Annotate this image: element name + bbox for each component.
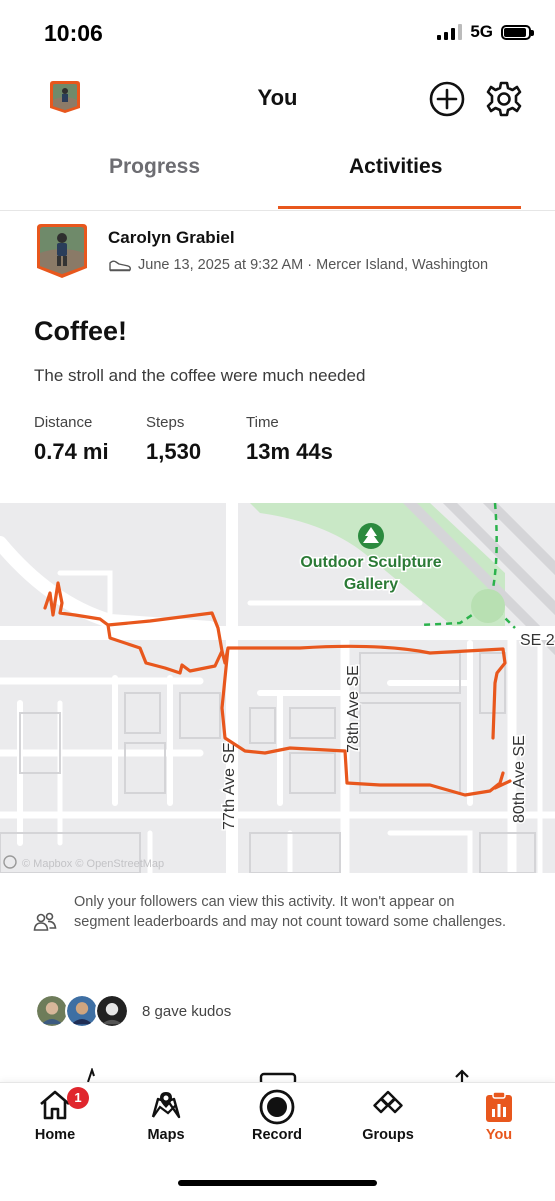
athlete-name[interactable]: Carolyn Grabiel <box>108 228 235 248</box>
active-tab-indicator <box>278 206 521 209</box>
nav-you[interactable]: You <box>454 1089 544 1143</box>
activity-title: Coffee! <box>34 316 127 346</box>
nav-home[interactable]: 1 Home <box>10 1087 100 1143</box>
top-header: You <box>0 70 555 130</box>
kudos-avatar <box>95 994 129 1028</box>
map-icon <box>151 1092 181 1119</box>
street-label: 78th Ave SE <box>345 665 362 753</box>
notification-badge: 1 <box>67 1087 89 1109</box>
kudos-avatar <box>65 994 99 1028</box>
nav-label: Home <box>34 1127 76 1143</box>
stat-steps: Steps 1,530 <box>146 414 201 465</box>
stat-label: Distance <box>34 414 93 431</box>
route-map[interactable]: Outdoor Sculpture Gallery 77th Ave SE 78… <box>0 503 555 873</box>
tab-bar: Progress Activities <box>0 140 555 211</box>
map-attribution: © Mapbox © OpenStreetMap <box>22 858 164 870</box>
nav-label: Maps <box>147 1127 185 1143</box>
tab-activities[interactable]: Activities <box>349 155 442 179</box>
kudos-row[interactable]: 8 gave kudos <box>35 994 555 1032</box>
record-icon <box>259 1089 295 1125</box>
stat-value: 13m 44s <box>246 439 333 464</box>
kudos-avatar <box>35 994 69 1028</box>
stat-time: Time 13m 44s <box>246 414 333 465</box>
kudos-count: 8 gave kudos <box>142 1003 232 1020</box>
shoe-icon <box>109 260 131 272</box>
stat-label: Time <box>246 414 279 431</box>
followers-icon <box>33 912 57 931</box>
battery-icon <box>501 24 534 40</box>
nav-groups[interactable]: Groups <box>343 1089 433 1143</box>
you-icon <box>486 1091 512 1122</box>
park-circle <box>471 589 505 623</box>
activity-date-location: June 13, 2025 at 9:32 AM · Mercer Island… <box>138 257 489 273</box>
page-title: You <box>257 85 298 110</box>
status-bar: 10:06 5G <box>0 0 555 70</box>
cellular-signal-icon <box>437 24 463 40</box>
stat-distance: Distance 0.74 mi <box>34 414 109 465</box>
status-indicators: 5G <box>437 22 534 42</box>
activity-meta: June 13, 2025 at 9:32 AM · Mercer Island… <box>108 257 488 273</box>
poi-label: Gallery <box>344 576 398 593</box>
nav-record[interactable]: Record <box>232 1089 322 1143</box>
settings-button[interactable] <box>485 80 523 118</box>
privacy-text: Only your followers can view this activi… <box>74 894 507 930</box>
street-label: 80th Ave SE <box>511 735 528 823</box>
stat-value: 0.74 mi <box>34 439 109 464</box>
add-button[interactable] <box>428 80 466 118</box>
tab-progress[interactable]: Progress <box>109 155 200 179</box>
home-indicator <box>178 1180 377 1186</box>
activity-description: The stroll and the coffee were much need… <box>34 366 366 385</box>
gear-icon <box>486 81 522 117</box>
nav-label: Record <box>252 1127 302 1143</box>
share-icon <box>259 1072 297 1082</box>
nav-label: Groups <box>362 1127 414 1143</box>
poi-label: Outdoor Sculpture <box>300 554 441 571</box>
comment-icon <box>87 1068 95 1082</box>
privacy-notice: Only your followers can view this activi… <box>0 886 555 966</box>
stat-value: 1,530 <box>146 439 202 464</box>
stat-label: Steps <box>146 414 185 431</box>
street-label: SE 2 <box>520 632 555 649</box>
status-time: 10:06 <box>44 20 103 46</box>
network-type: 5G <box>470 22 493 41</box>
nav-label: You <box>485 1127 513 1143</box>
athlete-avatar[interactable] <box>36 223 88 279</box>
upload-icon <box>455 1069 469 1082</box>
groups-icon <box>373 1090 403 1114</box>
street-label: 77th Ave SE <box>221 742 238 830</box>
nav-maps[interactable]: Maps <box>121 1089 211 1143</box>
